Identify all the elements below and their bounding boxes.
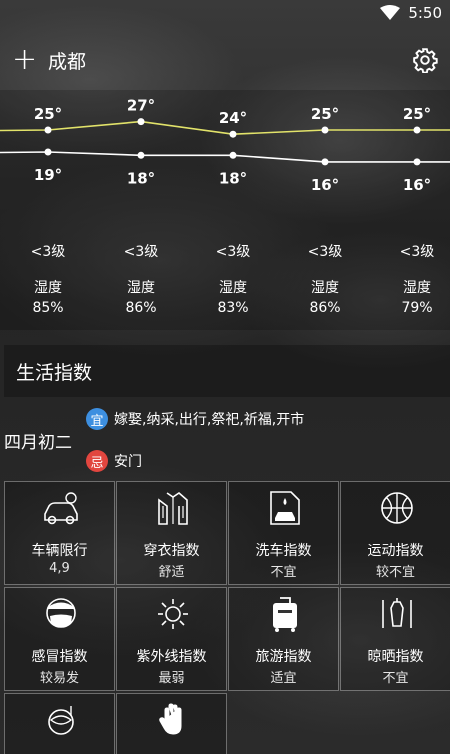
- high-temp-point: [413, 126, 421, 134]
- index-card-fishing[interactable]: [4, 693, 115, 754]
- index-name: 感冒指数: [31, 649, 88, 665]
- humidity-label: 湿度: [403, 280, 431, 296]
- index-card-sport[interactable]: 运动指数 较不宜: [340, 481, 450, 585]
- low-temp-point: [321, 158, 329, 166]
- city-name[interactable]: 成都: [48, 47, 86, 74]
- wifi-icon: [380, 5, 401, 20]
- forecast-panel: 25° 27° 24° 25° 25° 19° 18° 18° 16° 16° <3级 <3级 <…: [0, 90, 450, 330]
- status-bar: 5:50: [0, 0, 450, 26]
- index-name: 车辆限行: [31, 543, 88, 559]
- index-value: 4,9: [49, 561, 70, 576]
- low-temp-label: 19°: [34, 166, 62, 184]
- mask-icon: [46, 598, 76, 628]
- index-card-clothing[interactable]: 穿衣指数 舒适: [116, 481, 227, 585]
- high-temp-label: 24°: [219, 109, 247, 127]
- index-value: 舒适: [158, 565, 185, 580]
- low-temp-label: 18°: [219, 169, 247, 187]
- life-index-title: 生活指数: [4, 345, 450, 397]
- app-bar: + 成都: [0, 36, 450, 84]
- bad-activities: 安门: [114, 454, 142, 470]
- index-card-drying[interactable]: 晾晒指数 不宜: [340, 587, 450, 691]
- humidity-label: 湿度: [311, 280, 339, 296]
- humidity-value: 86%: [125, 300, 157, 316]
- index-card-travel[interactable]: 旅游指数 适宜: [228, 587, 339, 691]
- low-temp-label: 16°: [311, 176, 339, 194]
- high-temp-label: 27°: [127, 97, 155, 115]
- index-card-uv[interactable]: 紫外线指数 最弱: [116, 587, 227, 691]
- low-temp-label: 16°: [403, 176, 431, 194]
- index-card-car-restriction[interactable]: 车辆限行 4,9: [4, 481, 115, 585]
- index-name: 洗车指数: [255, 543, 312, 559]
- index-value: 较易发: [39, 671, 79, 686]
- sun-icon: [158, 599, 188, 629]
- hand-icon: [159, 703, 182, 735]
- high-temp-label: 25°: [34, 105, 62, 123]
- humidity-label: 湿度: [127, 280, 155, 296]
- car-icon: [44, 492, 78, 525]
- add-city-button[interactable]: +: [12, 45, 37, 75]
- jacket-icon: [158, 491, 188, 525]
- status-time: 5:50: [408, 4, 442, 22]
- low-temp-point: [137, 151, 145, 159]
- humidity-value: 85%: [32, 300, 64, 316]
- drying-icon: [382, 598, 412, 628]
- luggage-icon: [273, 597, 297, 632]
- high-temp-point: [229, 130, 237, 138]
- gear-icon[interactable]: [412, 47, 438, 73]
- good-activities: 嫁娶,纳采,出行,祭祀,祈福,开市: [114, 412, 305, 428]
- low-temp-point: [229, 151, 237, 159]
- high-temp-point: [137, 118, 145, 126]
- humidity-label: 湿度: [34, 280, 62, 296]
- temperature-chart: 25° 27° 24° 25° 25° 19° 18° 18° 16° 16°: [0, 97, 450, 194]
- index-name: 晾晒指数: [367, 649, 424, 665]
- humidity-label: 湿度: [219, 280, 247, 296]
- good-badge: 宜: [86, 408, 108, 430]
- index-value: 最弱: [158, 671, 185, 686]
- almanac: 四月初二 宜 嫁娶,纳采,出行,祭祀,祈福,开市 忌 安门: [0, 400, 450, 480]
- index-card-allergy[interactable]: [116, 693, 227, 754]
- humidity-value: 83%: [217, 300, 249, 316]
- low-temp-point: [44, 148, 52, 156]
- index-name: 运动指数: [367, 543, 424, 559]
- fishing-icon: [48, 706, 74, 735]
- high-temp-point: [321, 126, 329, 134]
- bad-badge: 忌: [86, 450, 108, 472]
- basketball-icon: [381, 492, 413, 524]
- index-name: 紫外线指数: [136, 649, 207, 665]
- humidity-value: 86%: [309, 300, 341, 316]
- index-name: 穿衣指数: [143, 543, 200, 559]
- index-name: 旅游指数: [255, 649, 312, 665]
- wind-level: <3级: [307, 244, 343, 260]
- humidity-value: 79%: [401, 300, 433, 316]
- index-card-carwash[interactable]: 洗车指数 不宜: [228, 481, 339, 585]
- wind-level: <3级: [399, 244, 435, 260]
- high-temp-point: [44, 126, 52, 134]
- index-value: 较不宜: [375, 565, 415, 580]
- index-value: 不宜: [270, 565, 297, 580]
- wind-level: <3级: [30, 244, 66, 260]
- high-temp-label: 25°: [403, 105, 431, 123]
- index-card-cold[interactable]: 感冒指数 较易发: [4, 587, 115, 691]
- wind-level: <3级: [215, 244, 251, 260]
- index-value: 不宜: [382, 671, 409, 686]
- almanac-good: 宜 嫁娶,纳采,出行,祭祀,祈福,开市: [86, 408, 304, 430]
- carwash-icon: [270, 491, 300, 525]
- low-temp-line: [0, 151, 450, 163]
- low-temp-point: [413, 158, 421, 166]
- high-temp-label: 25°: [311, 105, 339, 123]
- wind-level: <3级: [123, 244, 159, 260]
- almanac-bad: 忌 安门: [86, 450, 142, 472]
- lunar-date: 四月初二: [4, 433, 72, 453]
- low-temp-label: 18°: [127, 169, 155, 187]
- index-value: 适宜: [270, 671, 297, 686]
